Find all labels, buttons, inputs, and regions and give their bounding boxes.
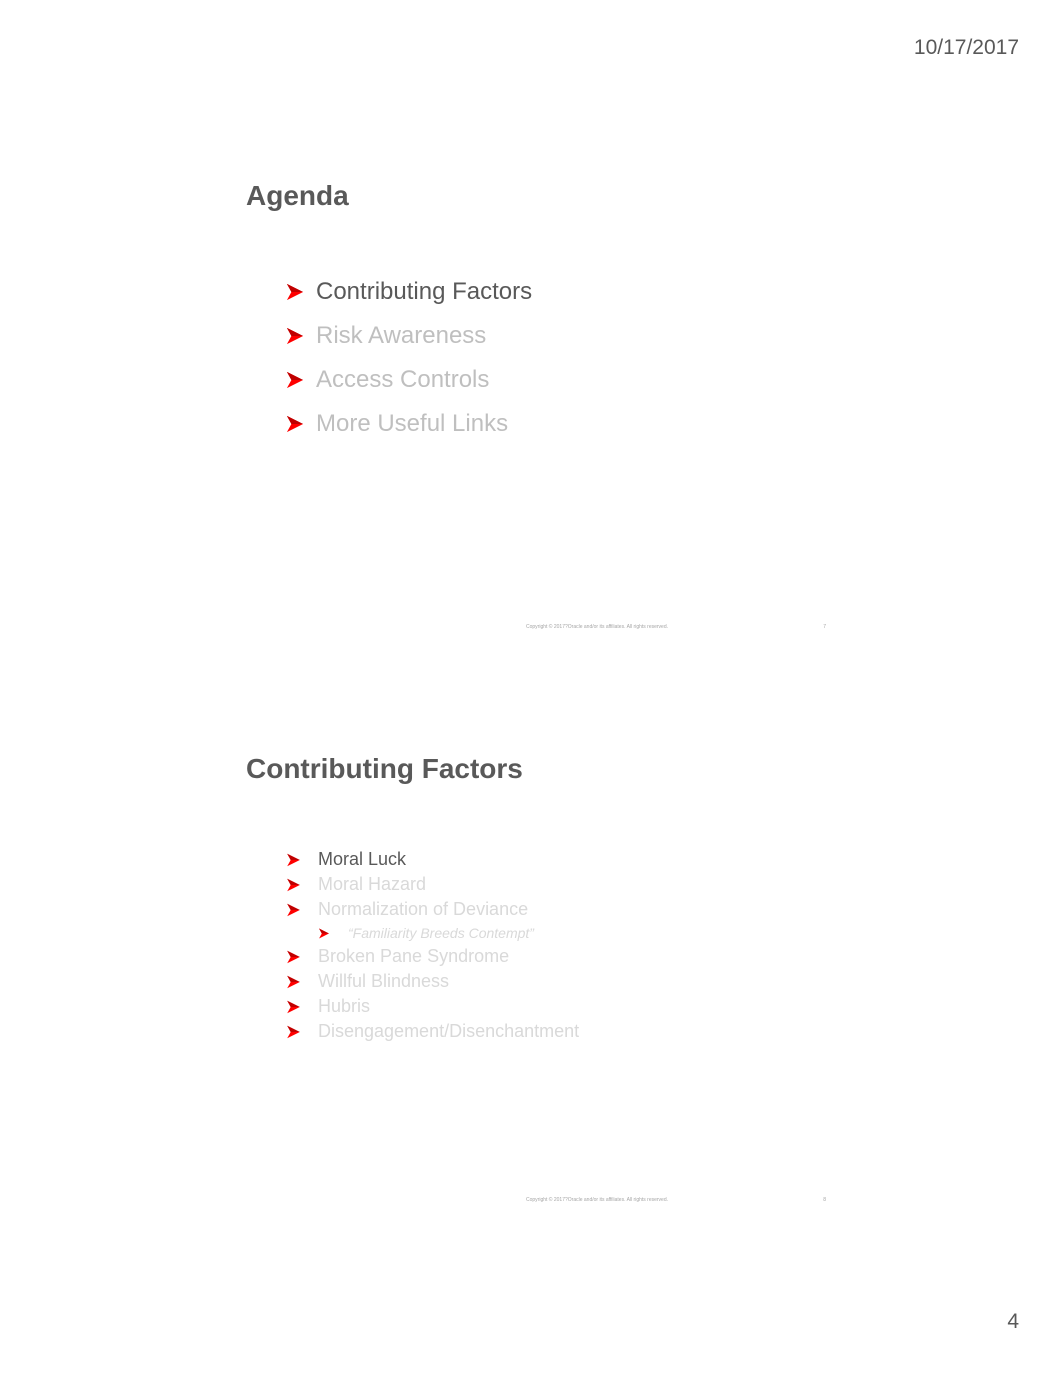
page-number: 4 [1007, 1310, 1019, 1333]
factor-label: Normalization of Deviance [318, 899, 529, 919]
arrow-bullet-icon [286, 327, 304, 345]
factor-label: Disengagement/Disenchantment [318, 1021, 580, 1041]
list-item: Disengagement/Disenchantment [286, 1019, 579, 1044]
list-item: Risk Awareness [286, 314, 532, 358]
factor-label: Broken Pane Syndrome [318, 946, 510, 966]
factor-label: Moral Hazard [318, 874, 427, 894]
factors-list: Moral Luck Moral Hazard Normalization of… [286, 847, 579, 1044]
agenda-item-label: More Useful Links [316, 410, 509, 437]
factor-label: Moral Luck [318, 849, 407, 869]
copyright-text: Copyright © 2017?Oracle and/or its affil… [526, 1197, 668, 1203]
factor-label: Hubris [318, 996, 371, 1016]
arrow-bullet-icon [287, 975, 300, 988]
slide-title: Contributing Factors [246, 753, 523, 784]
arrow-bullet-icon [286, 283, 304, 301]
arrow-bullet-icon [287, 1000, 300, 1013]
arrow-bullet-icon [287, 853, 300, 866]
arrow-bullet-icon [287, 903, 300, 916]
list-item: Willful Blindness [286, 969, 579, 994]
slide-footer: Copyright © 2017?Oracle and/or its affil… [526, 624, 826, 630]
slide-contributing-factors: Contributing Factors Moral Luck Moral Ha… [246, 753, 826, 1203]
list-item: Moral Hazard [286, 872, 579, 897]
arrow-bullet-icon [287, 950, 300, 963]
slide-agenda: Agenda Contributing Factors Risk Awarene… [246, 180, 826, 630]
arrow-bullet-icon [319, 928, 329, 938]
list-subitem: “Familiarity Breeds Contempt” [286, 922, 579, 944]
arrow-bullet-icon [286, 371, 304, 389]
arrow-bullet-icon [286, 415, 304, 433]
factor-label: Willful Blindness [318, 971, 450, 991]
agenda-list: Contributing Factors Risk Awareness Acce… [286, 270, 532, 446]
list-item: Access Controls [286, 358, 532, 402]
agenda-item-label: Access Controls [316, 366, 490, 393]
list-item: Contributing Factors [286, 270, 532, 314]
factor-sublabel: “Familiarity Breeds Contempt” [348, 925, 534, 941]
header-date: 10/17/2017 [913, 36, 1019, 59]
list-item: Moral Luck [286, 847, 579, 872]
arrow-bullet-icon [287, 878, 300, 891]
slide-number: 8 [823, 1197, 826, 1203]
list-item: Hubris [286, 994, 579, 1019]
list-item: Broken Pane Syndrome [286, 944, 579, 969]
slide-title: Agenda [246, 180, 349, 211]
list-item: More Useful Links [286, 402, 532, 446]
copyright-text: Copyright © 2017?Oracle and/or its affil… [526, 624, 668, 630]
slide-footer: Copyright © 2017?Oracle and/or its affil… [526, 1197, 826, 1203]
agenda-item-label: Risk Awareness [316, 322, 487, 349]
slide-number: 7 [823, 624, 826, 630]
list-item: Normalization of Deviance [286, 897, 579, 922]
arrow-bullet-icon [287, 1025, 300, 1038]
agenda-item-label: Contributing Factors [316, 278, 533, 305]
